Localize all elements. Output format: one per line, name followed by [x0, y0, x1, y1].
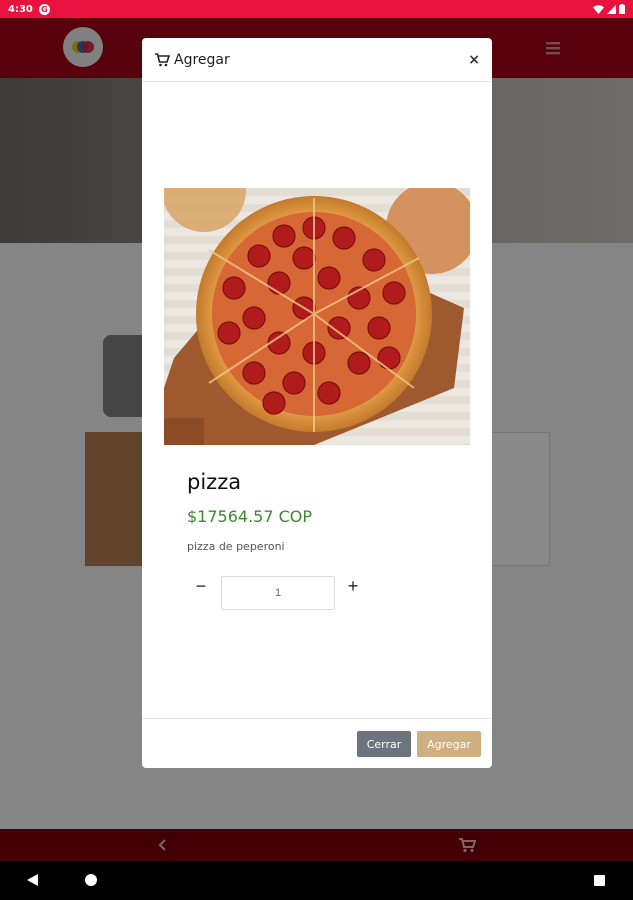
quantity-input[interactable]: [221, 576, 335, 610]
cart-icon: [155, 52, 170, 66]
modal-footer: Cerrar Agregar: [142, 718, 492, 768]
signal-icon: [607, 4, 616, 14]
status-bar: 4:30 G: [0, 0, 633, 18]
system-recents-icon[interactable]: [594, 875, 605, 886]
status-icons: [593, 4, 625, 14]
battery-icon: [619, 4, 625, 14]
product-name: pizza: [187, 470, 242, 494]
add-to-cart-modal: Agregar × pizza $17564.57 COP pizza de p…: [142, 38, 492, 768]
close-button[interactable]: Cerrar: [357, 731, 411, 757]
wifi-icon: [593, 4, 604, 14]
modal-title-text: Agregar: [174, 51, 230, 68]
quantity-decrease-button[interactable]: −: [192, 575, 210, 597]
product-price: $17564.57 COP: [187, 507, 313, 526]
system-back-icon[interactable]: [27, 874, 39, 886]
product-description: pizza de peperoni: [187, 540, 285, 553]
system-nav-bar: [0, 861, 633, 900]
status-time: 4:30: [8, 3, 33, 15]
close-icon[interactable]: ×: [468, 52, 480, 68]
modal-title: Agregar: [154, 52, 230, 68]
pizza-photo: [164, 188, 470, 445]
system-home-icon[interactable]: [85, 874, 97, 886]
quantity-increase-button[interactable]: +: [344, 575, 362, 597]
add-to-cart-button[interactable]: Agregar: [417, 731, 481, 757]
modal-header: Agregar ×: [142, 38, 492, 82]
notification-badge-icon: G: [38, 3, 50, 15]
product-image: [164, 188, 470, 445]
